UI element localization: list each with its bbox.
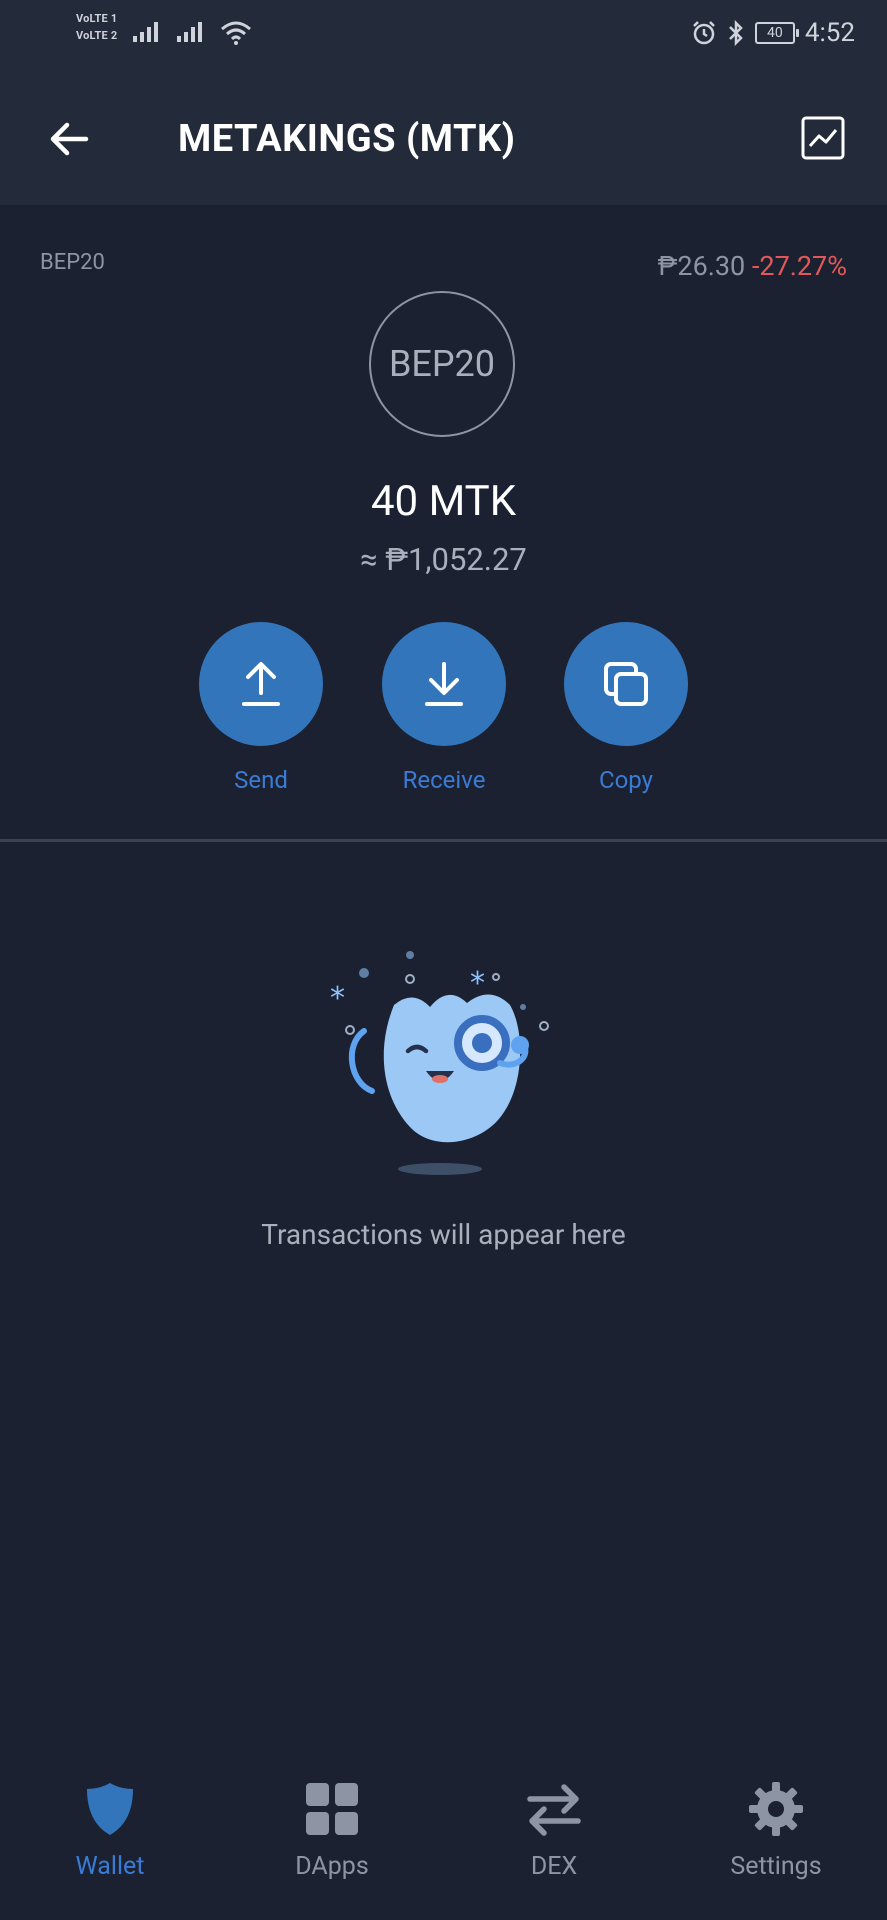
- nav-dapps-label: DApps: [295, 1852, 369, 1881]
- fiat-balance: ≈ ₱1,052.27: [360, 541, 527, 578]
- price-chart-icon: [801, 116, 845, 160]
- wifi-icon: [221, 21, 252, 45]
- sim2-label: VoLTE 2: [76, 29, 118, 42]
- receive-label: Receive: [402, 766, 486, 794]
- copy-button-circle[interactable]: [564, 622, 688, 746]
- copy-icon: [604, 662, 648, 706]
- nav-dex-label: DEX: [530, 1852, 578, 1881]
- signal-icon: [133, 22, 159, 42]
- empty-state-mascot-illustration: * *: [330, 951, 549, 1175]
- upload-arrow-icon: [242, 662, 280, 706]
- nav-wallet-label: Wallet: [75, 1852, 145, 1881]
- clock: 4:52: [804, 18, 855, 48]
- page-title: METAKINGS (MTK): [178, 117, 516, 161]
- send-button-circle[interactable]: [199, 622, 323, 746]
- bottom-navigation: Wallet DApps DEX Settings: [0, 1750, 887, 1920]
- grid-icon: [306, 1783, 358, 1835]
- nav-settings-label: Settings: [730, 1852, 822, 1881]
- copy-label: Copy: [598, 766, 653, 794]
- copy-button[interactable]: Copy: [564, 622, 688, 794]
- download-arrow-icon: [425, 662, 463, 706]
- send-button[interactable]: Send: [199, 622, 323, 794]
- back-button[interactable]: [44, 114, 94, 164]
- nav-dapps[interactable]: DApps: [242, 1780, 422, 1881]
- receive-button[interactable]: Receive: [382, 622, 506, 794]
- nav-wallet[interactable]: Wallet: [20, 1780, 200, 1881]
- gear-icon: [749, 1782, 803, 1836]
- receive-button-circle[interactable]: [382, 622, 506, 746]
- nav-dex[interactable]: DEX: [464, 1780, 644, 1881]
- network-label: BEP20: [40, 250, 105, 275]
- section-divider: [0, 839, 887, 842]
- empty-state-message: Transactions will appear here: [261, 1218, 626, 1251]
- token-balance: 40 MTK: [370, 477, 517, 526]
- status-bar: VoLTE 1 VoLTE 2 40 4:52: [0, 0, 887, 68]
- arrow-left-icon: [50, 122, 89, 156]
- price-chart-button[interactable]: [799, 114, 847, 162]
- shield-icon: [87, 1783, 133, 1835]
- svg-text:*: *: [330, 981, 345, 1016]
- token-price: ₱26.30 -27.27%: [658, 250, 847, 282]
- token-logo: BEP20: [369, 291, 515, 437]
- bluetooth-icon: [728, 20, 743, 46]
- price-change: -27.27%: [751, 250, 847, 282]
- nav-settings[interactable]: Settings: [686, 1780, 866, 1881]
- send-label: Send: [234, 766, 288, 794]
- price-value: ₱26.30: [657, 250, 746, 282]
- swap-arrows-icon: [527, 1784, 581, 1836]
- alarm-icon: [692, 21, 715, 45]
- signal-icon: [177, 22, 203, 42]
- battery-indicator: 40: [754, 22, 799, 44]
- sim1-label: VoLTE 1: [76, 12, 118, 25]
